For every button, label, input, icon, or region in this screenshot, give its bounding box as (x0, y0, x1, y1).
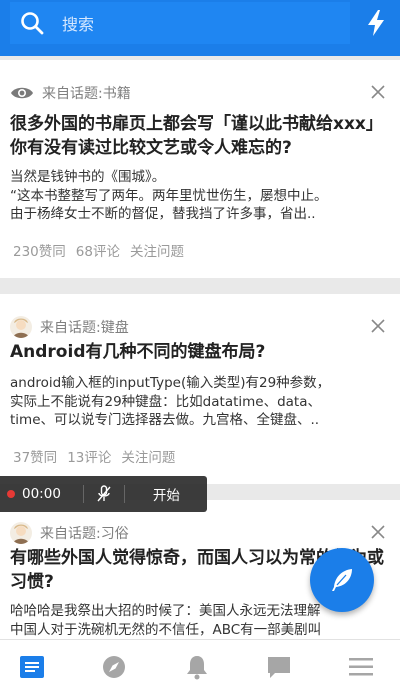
bottom-tab-bar (0, 639, 400, 694)
start-record-button[interactable]: 开始 (153, 484, 180, 504)
menu-icon (349, 658, 373, 676)
like-count: 230赞同 (13, 244, 66, 260)
top-app-bar: 搜索 (0, 0, 400, 56)
excerpt-line: 由于杨绛女士不断的督促，替我挡了许多事，省出.. (10, 206, 316, 222)
search-bar[interactable]: 搜索 (10, 2, 350, 44)
follow-question[interactable]: 关注问题 (121, 446, 175, 466)
excerpt-line: 中国人对于洗碗机无然的不信任，ABC有一部美剧叫 (10, 621, 322, 638)
card-topic: 来自话题:习俗 (40, 526, 129, 542)
divider (123, 485, 125, 503)
search-placeholder: 搜索 (62, 15, 95, 34)
divider (82, 485, 84, 503)
tab-messages[interactable] (265, 653, 293, 681)
feed-card[interactable]: 来自话题:书籍 很多外国的书扉页上都会写「谨以此书献给xxx」你有没有读过比较文… (0, 60, 400, 278)
lightning-button[interactable] (356, 2, 396, 44)
compass-icon (103, 656, 125, 678)
lightning-icon (368, 10, 384, 36)
eye-icon (11, 87, 33, 99)
card-excerpt[interactable]: android输入框的inputType(输入类型)有29种参数， 实际上不能说… (10, 374, 388, 430)
tab-more[interactable] (347, 653, 375, 681)
bell-icon (187, 656, 207, 680)
card-topic: 来自话题:书籍 (42, 86, 131, 102)
card-title[interactable]: Android有几种不同的键盘布局? (10, 340, 388, 364)
compose-button[interactable] (310, 548, 374, 612)
message-icon (268, 657, 290, 678)
like-count: 37赞同 (13, 450, 58, 466)
card-header: 来自话题:键盘 (10, 316, 129, 338)
close-icon[interactable] (370, 318, 386, 334)
record-timer: 00:00 (22, 486, 61, 502)
card-excerpt[interactable]: 当然是钱钟书的《围城》。 “这本书整整写了两年。两年里忧世伤生，屡想中止。 由于… (10, 168, 388, 224)
feed-card[interactable]: 来自话题:键盘 Android有几种不同的键盘布局? android输入框的in… (0, 294, 400, 484)
screen-recorder-bar: 00:00 开始 (0, 476, 207, 512)
excerpt-line: time、可以说专门选择器去做。九宫格、全键盘、.. (10, 412, 320, 428)
comment-count[interactable]: 13评论 (67, 446, 111, 466)
search-icon (10, 2, 54, 44)
record-indicator (7, 490, 15, 498)
excerpt-line: 当然是钱钟书的《围城》。 (10, 169, 166, 185)
tab-explore[interactable] (100, 653, 128, 681)
excerpt-line: “这本书整整写了两年。两年里忧世伤生，屡想中止。 (10, 187, 328, 204)
feed-icon (20, 656, 44, 678)
card-topic: 来自话题:键盘 (40, 320, 129, 336)
follow-question[interactable]: 关注问题 (130, 240, 184, 260)
card-meta: 37赞同 13评论 关注问题 (13, 446, 175, 466)
card-header: 来自话题:书籍 (10, 82, 131, 104)
excerpt-line: android输入框的inputType(输入类型)有29种参数， (10, 375, 331, 391)
card-title[interactable]: 很多外国的书扉页上都会写「谨以此书献给xxx」你有没有读过比较文艺或令人难忘的? (10, 112, 388, 160)
mic-muted-icon[interactable] (94, 484, 114, 504)
close-icon[interactable] (370, 84, 386, 100)
feather-icon (332, 569, 352, 591)
excerpt-line: 实际上不能说有29种键盘：比如datatime、data、 (10, 393, 321, 410)
card-meta: 230赞同 68评论 关注问题 (13, 240, 184, 260)
tab-notifications[interactable] (183, 653, 211, 681)
close-icon[interactable] (370, 524, 386, 540)
tab-feed[interactable] (18, 653, 46, 681)
card-header: 来自话题:习俗 (10, 522, 129, 544)
avatar (10, 316, 32, 338)
comment-count[interactable]: 68评论 (76, 240, 120, 260)
avatar (10, 522, 32, 544)
